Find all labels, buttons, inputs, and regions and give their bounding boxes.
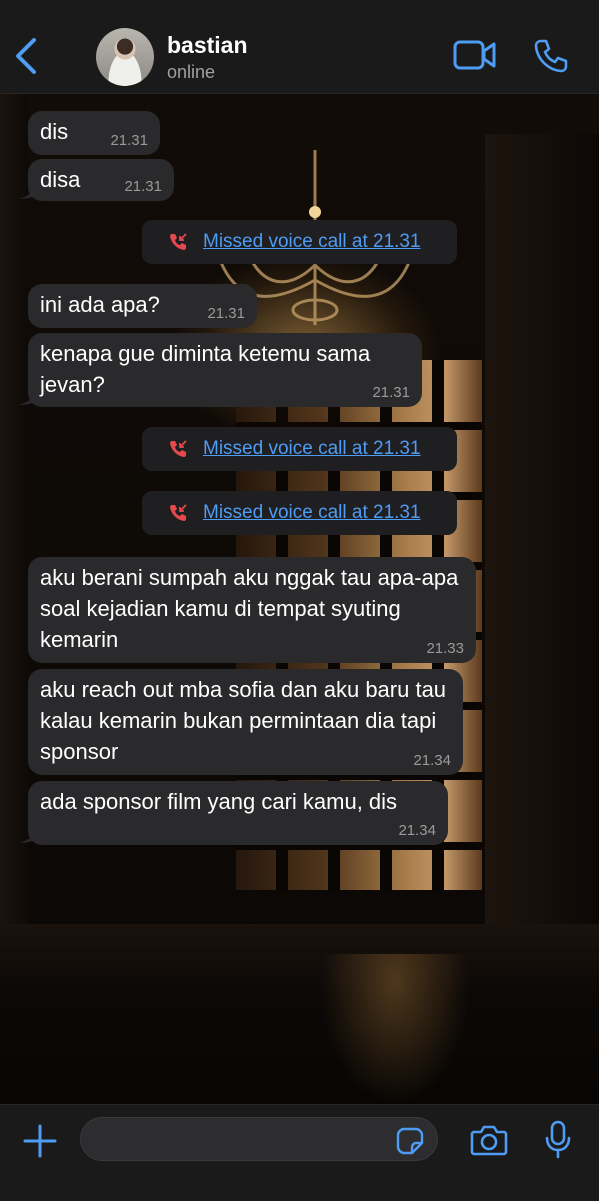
wallpaper-floor (0, 924, 599, 1104)
message-time: 21.34 (398, 822, 436, 839)
back-button[interactable] (12, 36, 42, 76)
voice-call-button[interactable] (533, 38, 569, 74)
missed-call-notice[interactable]: Missed voice call at 21.31 (142, 427, 457, 471)
message-text: ada sponsor film yang cari kamu, dis (40, 789, 398, 814)
message-bubble[interactable]: dis 21.31 (28, 111, 160, 155)
missed-call-label[interactable]: Missed voice call at 21.31 (203, 502, 421, 524)
chevron-left-icon (16, 38, 36, 74)
plus-icon (23, 1124, 57, 1158)
contact-name[interactable]: bastian (167, 32, 248, 59)
microphone-button[interactable] (544, 1120, 572, 1160)
phone-icon (534, 39, 568, 73)
message-text: aku berani sumpah aku nggak tau apa-apa … (40, 565, 459, 652)
wallpaper-floor-glow (320, 954, 470, 1104)
avatar[interactable] (96, 28, 154, 86)
bubble-tail (19, 391, 37, 405)
missed-call-label[interactable]: Missed voice call at 21.31 (203, 438, 421, 460)
sticker-icon (396, 1127, 424, 1155)
message-bubble[interactable]: kenapa gue diminta ketemu sama jevan? 21… (19, 333, 422, 407)
bubble-tail (19, 829, 37, 843)
composer-bar (0, 1104, 599, 1201)
bubble-tail (19, 185, 37, 199)
missed-call-label[interactable]: Missed voice call at 21.31 (203, 231, 421, 253)
message-time: 21.31 (110, 132, 148, 149)
message-text: kenapa gue diminta ketemu sama jevan? (40, 341, 371, 397)
missed-call-notice[interactable]: Missed voice call at 21.31 (142, 491, 457, 535)
message-text: aku reach out mba sofia dan aku baru tau… (40, 677, 447, 764)
missed-call-icon (170, 504, 187, 521)
message-time: 21.31 (372, 384, 410, 401)
message-bubble[interactable]: ada sponsor film yang cari kamu, dis 21.… (19, 781, 448, 845)
video-camera-icon (453, 40, 496, 70)
message-bubble[interactable]: ini ada apa? 21.31 (28, 284, 257, 328)
missed-call-icon (170, 233, 187, 250)
message-time: 21.31 (207, 305, 245, 322)
attach-button[interactable] (22, 1123, 58, 1159)
missed-call-notice[interactable]: Missed voice call at 21.31 (142, 220, 457, 264)
message-time: 21.33 (426, 640, 464, 657)
message-bubble[interactable]: aku berani sumpah aku nggak tau apa-apa … (28, 557, 476, 663)
chat-header: bastian online (0, 0, 599, 94)
message-time: 21.31 (124, 178, 162, 195)
microphone-icon (545, 1120, 571, 1159)
wallpaper-pillar-right (485, 134, 599, 1034)
video-call-button[interactable] (453, 38, 497, 72)
camera-icon (470, 1125, 508, 1156)
contact-status: online (167, 62, 216, 82)
message-bubble[interactable]: disa 21.31 (19, 159, 174, 201)
message-time: 21.34 (413, 752, 451, 769)
message-bubble[interactable]: aku reach out mba sofia dan aku baru tau… (28, 669, 463, 775)
missed-call-icon (170, 440, 187, 457)
message-input[interactable] (80, 1117, 438, 1161)
camera-button[interactable] (470, 1123, 508, 1157)
sticker-button[interactable] (396, 1127, 424, 1155)
